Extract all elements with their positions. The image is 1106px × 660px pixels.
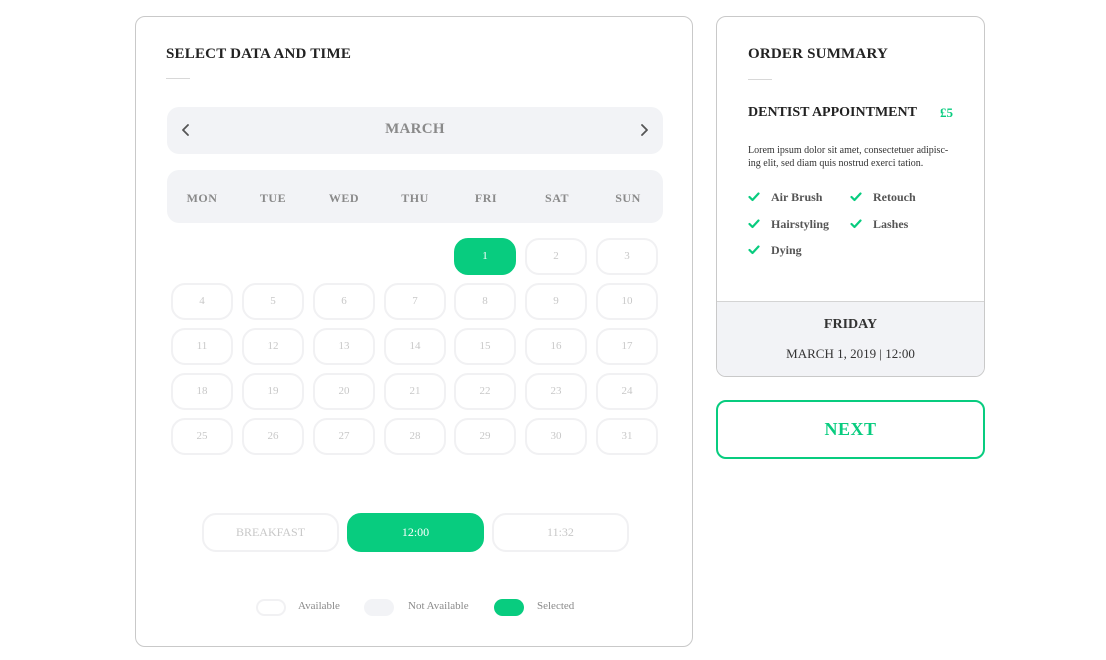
- next-month-button[interactable]: [633, 119, 655, 141]
- feature-label: Air Brush: [771, 189, 823, 204]
- feature-item: Hairstyling: [748, 216, 829, 232]
- picker-title: SELECT DATA AND TIME: [166, 46, 352, 62]
- date-time-picker-card: SELECT DATA AND TIME MARCH MON TUE WED THU F…: [135, 16, 693, 647]
- calendar-day[interactable]: 11: [171, 328, 233, 365]
- check-icon: [850, 218, 862, 230]
- time-slot[interactable]: 11:32: [492, 513, 629, 552]
- calendar-day[interactable]: 21: [384, 373, 446, 410]
- calendar-day[interactable]: 14: [384, 328, 446, 365]
- summary-divider: [748, 79, 772, 80]
- check-icon: [850, 191, 862, 203]
- calendar-day[interactable]: 1: [454, 238, 516, 275]
- calendar-day[interactable]: 24: [596, 373, 658, 410]
- calendar-day[interactable]: 19: [242, 373, 304, 410]
- calendar-day[interactable]: 22: [454, 373, 516, 410]
- calendar-day[interactable]: 4: [171, 283, 233, 320]
- weekday-sun: SUN: [615, 191, 641, 205]
- calendar-day[interactable]: 2: [525, 238, 587, 275]
- calendar-day[interactable]: 12: [242, 328, 304, 365]
- calendar-day[interactable]: 23: [525, 373, 587, 410]
- calendar-day[interactable]: 10: [596, 283, 658, 320]
- service-price: £5: [940, 105, 953, 120]
- selected-weekday: FRIDAY: [823, 317, 878, 332]
- calendar-day[interactable]: 15: [454, 328, 516, 365]
- weekday-mon: MON: [186, 191, 218, 205]
- feature-label: Lashes: [873, 216, 909, 231]
- legend-not-available-label: Not Available: [408, 600, 469, 612]
- calendar-day[interactable]: 29: [454, 418, 516, 455]
- calendar-day[interactable]: 27: [313, 418, 375, 455]
- calendar-day[interactable]: 20: [313, 373, 375, 410]
- calendar-day[interactable]: 7: [384, 283, 446, 320]
- calendar-day[interactable]: 31: [596, 418, 658, 455]
- calendar-day[interactable]: 6: [313, 283, 375, 320]
- weekday-fri: FRI: [474, 191, 498, 205]
- calendar-day[interactable]: 5: [242, 283, 304, 320]
- selected-datetime: MARCH 1, 2019 | 12:00: [786, 346, 915, 361]
- weekday-thu: THU: [401, 191, 429, 205]
- calendar-day[interactable]: 26: [242, 418, 304, 455]
- check-icon: [748, 244, 760, 256]
- feature-item: Retouch: [850, 189, 916, 205]
- weekday-sat: SAT: [545, 191, 569, 205]
- feature-item: Lashes: [850, 216, 908, 232]
- title-divider: [166, 78, 190, 79]
- feature-label: Retouch: [873, 189, 916, 204]
- calendar-day[interactable]: 17: [596, 328, 658, 365]
- calendar-day[interactable]: 13: [313, 328, 375, 365]
- feature-label: Dying: [771, 242, 802, 257]
- calendar-day[interactable]: 25: [171, 418, 233, 455]
- legend-available-label: Available: [298, 600, 340, 612]
- legend-selected-swatch: [494, 599, 524, 616]
- summary-title: ORDER SUMMARY: [748, 46, 888, 62]
- check-icon: [748, 218, 760, 230]
- calendar-day[interactable]: 18: [171, 373, 233, 410]
- order-summary-card: ORDER SUMMARY DENTIST APPOINTMENT £5 Lor…: [716, 16, 985, 377]
- legend-not-available-swatch: [364, 599, 394, 616]
- service-name: DENTIST APPOINTMENT: [748, 105, 917, 120]
- weekday-header: MON TUE WED THU FRI SAT SUN: [167, 170, 663, 223]
- feature-item: Air Brush: [748, 189, 822, 205]
- calendar-day[interactable]: 8: [454, 283, 516, 320]
- calendar-day[interactable]: 30: [525, 418, 587, 455]
- calendar-day[interactable]: 28: [384, 418, 446, 455]
- month-label: MARCH: [385, 121, 445, 137]
- weekday-tue: TUE: [259, 191, 287, 205]
- calendar-day[interactable]: 3: [596, 238, 658, 275]
- chevron-right-icon: [641, 124, 648, 136]
- month-navigator: MARCH: [167, 107, 663, 154]
- calendar-day[interactable]: 9: [525, 283, 587, 320]
- service-description: Lorem ipsum dolor sit amet, consectetuer…: [748, 145, 949, 169]
- weekday-wed: WED: [328, 191, 360, 205]
- feature-item: Dying: [748, 242, 802, 258]
- legend-selected-label: Selected: [537, 600, 575, 612]
- legend-available-swatch: [256, 599, 286, 616]
- check-icon: [748, 191, 760, 203]
- time-slot[interactable]: BREAKFAST: [202, 513, 339, 552]
- feature-label: Hairstyling: [771, 216, 830, 231]
- next-button[interactable]: NEXT: [716, 400, 985, 459]
- time-slot[interactable]: 12:00: [347, 513, 484, 552]
- selected-datetime-panel: FRIDAY MARCH 1, 2019 | 12:00: [717, 301, 984, 376]
- calendar-day[interactable]: 16: [525, 328, 587, 365]
